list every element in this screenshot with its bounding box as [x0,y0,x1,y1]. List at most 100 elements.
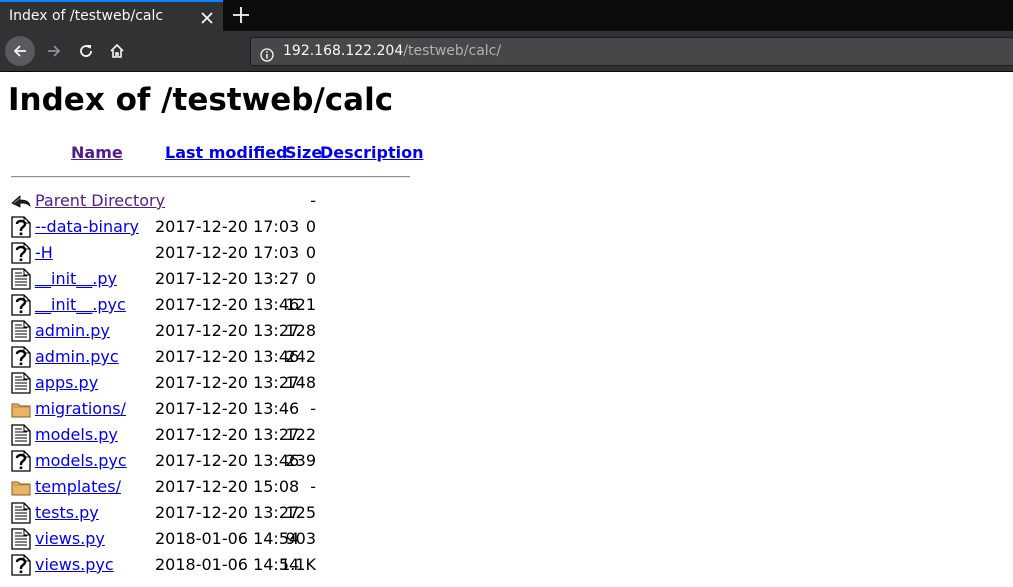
header-divider [11,176,410,178]
forward-button[interactable] [39,36,69,66]
tab-bar: Index of /testweb/calc [0,0,1013,31]
folder-icon [11,398,31,420]
reload-button[interactable] [71,36,101,66]
unknown-file-icon [11,242,31,264]
reload-icon [80,45,92,57]
file-link[interactable]: Parent Directory [35,190,165,212]
file-link[interactable]: apps.py [35,372,98,394]
list-item: Parent Directory - [0,190,420,216]
url-text: 192.168.122.204/testweb/calc/ [283,38,501,65]
size-cell: 128 [285,321,316,340]
last-modified-cell: 2017-12-20 13:27 [155,269,300,288]
list-item: -H 2017-12-20 17:03 0 [0,242,420,268]
home-icon [110,43,124,58]
text-file-icon [11,528,31,550]
url-path: /testweb/calc/ [403,43,502,59]
file-link[interactable]: -H [35,242,53,264]
home-button[interactable] [102,36,132,66]
back-arrow-icon [11,190,31,212]
list-item: tests.py 2017-12-20 13:27 125 [0,502,420,528]
unknown-file-icon [11,450,31,472]
list-item: apps.py 2017-12-20 13:27 148 [0,372,420,398]
text-file-icon [11,502,31,524]
file-link[interactable]: --data-binary [35,216,139,238]
list-item: admin.py 2017-12-20 13:27 128 [0,320,420,346]
back-arrow-icon [13,45,26,57]
last-modified-cell: 2017-12-20 17:03 [155,243,300,262]
last-modified-cell: 2017-12-20 13:27 [155,373,300,392]
sort-by-last-modified-link[interactable]: Last modified [165,142,288,164]
address-bar[interactable]: 192.168.122.204/testweb/calc/ [250,37,1013,66]
size-cell: 121 [285,295,316,314]
list-item: --data-binary 2017-12-20 17:03 0 [0,216,420,242]
list-item: __init__.pyc 2017-12-20 13:46 121 [0,294,420,320]
page-content: Index of /testweb/calc Name Last modifie… [0,72,1013,587]
unknown-file-icon [11,294,31,316]
list-item: views.pyc 2018-01-06 14:54 1.1K [0,554,420,580]
folder-icon [11,476,31,498]
unknown-file-icon [11,346,31,368]
unknown-file-icon [11,216,31,238]
last-modified-cell: 2017-12-20 13:27 [155,321,300,340]
new-tab-icon[interactable] [230,5,252,25]
active-tab[interactable]: Index of /testweb/calc [0,0,223,31]
page-title: Index of /testweb/calc [8,82,394,118]
size-cell: 239 [285,451,316,470]
navigation-toolbar: 192.168.122.204/testweb/calc/ [0,31,1013,72]
url-host: 192.168.122.204 [283,43,404,59]
file-link[interactable]: templates/ [35,476,121,498]
list-item: views.py 2018-01-06 14:54 903 [0,528,420,554]
list-item: templates/2017-12-20 15:08- [0,476,420,502]
size-cell: 242 [285,347,316,366]
list-item: __init__.py 2017-12-20 13:27 0 [0,268,420,294]
list-item: migrations/2017-12-20 13:46- [0,398,420,424]
back-button[interactable] [5,36,35,66]
last-modified-cell: 2017-12-20 13:46 [155,399,300,418]
list-item: models.pyc 2017-12-20 13:46 239 [0,450,420,476]
size-cell: 0 [305,243,316,262]
last-modified-cell: 2017-12-20 17:03 [155,217,300,236]
sort-by-size-link[interactable]: Size [285,142,322,164]
size-cell: - [310,399,316,418]
size-cell: 122 [285,425,316,444]
file-link[interactable]: admin.pyc [35,346,119,368]
file-link[interactable]: models.py [35,424,118,446]
sort-by-name-link[interactable]: Name [71,142,123,164]
file-link[interactable]: __init__.py [35,268,117,290]
forward-arrow-icon [48,45,61,57]
text-file-icon [11,320,31,342]
file-link[interactable]: migrations/ [35,398,126,420]
size-cell: 903 [285,529,316,548]
last-modified-cell: 2017-12-20 13:46 [155,347,300,366]
last-modified-cell: 2017-12-20 13:46 [155,451,300,470]
list-item: admin.pyc 2017-12-20 13:46 242 [0,346,420,372]
last-modified-cell: 2018-01-06 14:54 [155,555,300,574]
file-link[interactable]: views.py [35,528,105,550]
size-cell: 125 [285,503,316,522]
size-cell: 1.1K [280,555,316,574]
sort-by-description-link[interactable]: Description [320,142,423,164]
last-modified-cell: 2018-01-06 14:54 [155,529,300,548]
file-link[interactable]: __init__.pyc [35,294,126,316]
file-link[interactable]: views.pyc [35,554,114,576]
last-modified-cell: 2017-12-20 13:27 [155,503,300,522]
size-cell: 0 [305,217,316,236]
tab-title: Index of /testweb/calc [9,8,164,24]
last-modified-cell: 2017-12-20 13:46 [155,295,300,314]
size-cell: 0 [305,269,316,288]
file-link[interactable]: models.pyc [35,450,127,472]
close-tab-icon[interactable] [199,8,215,24]
size-cell: - [310,191,316,210]
text-file-icon [11,268,31,290]
last-modified-cell: 2017-12-20 13:27 [155,425,300,444]
last-modified-cell: 2017-12-20 15:08 [155,477,300,496]
size-cell: - [310,477,316,496]
file-link[interactable]: admin.py [35,320,110,342]
site-info-icon[interactable] [260,45,274,72]
size-cell: 148 [285,373,316,392]
text-file-icon [11,372,31,394]
unknown-file-icon [11,554,31,576]
file-link[interactable]: tests.py [35,502,99,524]
list-item: models.py 2017-12-20 13:27 122 [0,424,420,450]
text-file-icon [11,424,31,446]
